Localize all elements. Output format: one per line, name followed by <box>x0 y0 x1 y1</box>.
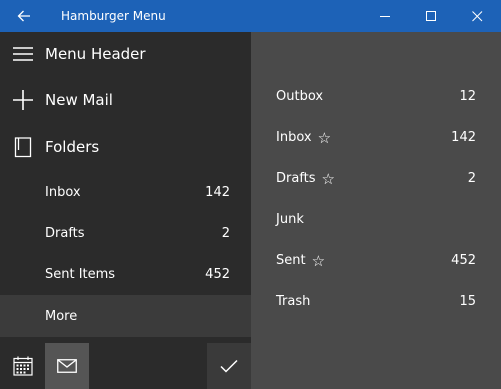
title-bar: Hamburger Menu <box>0 0 501 32</box>
pane-item-count: 452 <box>205 266 230 282</box>
minimize-button[interactable] <box>362 0 408 32</box>
pane-item-drafts[interactable]: Drafts 2 <box>0 213 251 253</box>
more-item[interactable]: More <box>0 295 251 337</box>
list-item-count: 15 <box>459 294 476 309</box>
list-item-label: Sent <box>276 253 306 268</box>
folder-icon <box>10 136 36 158</box>
star-outline-icon: ☆ <box>321 169 335 188</box>
list-item-label: Drafts <box>276 171 316 186</box>
close-icon <box>471 10 482 21</box>
list-item[interactable]: Inbox ☆ 142 <box>251 117 501 158</box>
new-mail-label: New Mail <box>45 91 113 109</box>
list-item[interactable]: Junk <box>251 199 501 240</box>
pane-item-label: Drafts <box>45 225 85 241</box>
list-item-label: Inbox <box>276 130 312 145</box>
folders-item[interactable]: Folders <box>0 125 251 169</box>
close-button[interactable] <box>454 0 500 32</box>
navigation-pane: Menu Header New Mail Folders Inbox 142 D… <box>0 32 251 389</box>
list-item-label: Outbox <box>276 89 324 104</box>
checkmark-icon <box>220 359 238 373</box>
maximize-button[interactable] <box>408 0 454 32</box>
list-item[interactable]: Drafts ☆ 2 <box>251 158 501 199</box>
list-item-count: 452 <box>451 253 476 268</box>
list-item[interactable]: Trash 15 <box>251 281 501 322</box>
back-arrow-icon <box>17 10 30 22</box>
calendar-button[interactable] <box>0 343 45 389</box>
menu-header-label: Menu Header <box>45 45 146 63</box>
calendar-icon <box>12 356 33 376</box>
pane-item-count: 2 <box>221 225 230 241</box>
list-item[interactable]: Sent ☆ 452 <box>251 240 501 281</box>
plus-icon <box>10 89 36 111</box>
pane-item-label: Inbox <box>45 184 81 200</box>
new-mail-item[interactable]: New Mail <box>0 78 251 122</box>
pane-item-inbox[interactable]: Inbox 142 <box>0 172 251 212</box>
folders-label: Folders <box>45 138 100 156</box>
mail-button[interactable] <box>45 343 89 389</box>
list-item-count: 12 <box>459 89 476 104</box>
minimize-icon <box>379 15 390 17</box>
list-item-count: 2 <box>467 171 476 186</box>
pane-item-label: Sent Items <box>45 266 116 282</box>
mail-icon <box>57 359 77 373</box>
star-outline-icon: ☆ <box>311 251 326 270</box>
main-content: Outbox 12 Inbox ☆ 142 Drafts ☆ 2 Junk Sent… <box>251 32 501 389</box>
maximize-icon <box>425 10 436 21</box>
pane-item-count: 142 <box>205 184 230 200</box>
list-item-label: Junk <box>276 212 304 227</box>
bottom-bar <box>0 343 251 389</box>
accept-button[interactable] <box>207 343 251 389</box>
hamburger-icon[interactable] <box>10 46 36 62</box>
star-outline-icon: ☆ <box>317 128 332 147</box>
list-item[interactable]: Outbox 12 <box>251 76 501 117</box>
back-button[interactable] <box>0 0 48 32</box>
menu-header[interactable]: Menu Header <box>0 32 251 76</box>
list-item-count: 142 <box>451 130 476 145</box>
list-item-label: Trash <box>276 294 311 309</box>
pane-item-sent-items[interactable]: Sent Items 452 <box>0 254 251 294</box>
window-title: Hamburger Menu <box>61 9 166 23</box>
more-label: More <box>45 308 78 324</box>
